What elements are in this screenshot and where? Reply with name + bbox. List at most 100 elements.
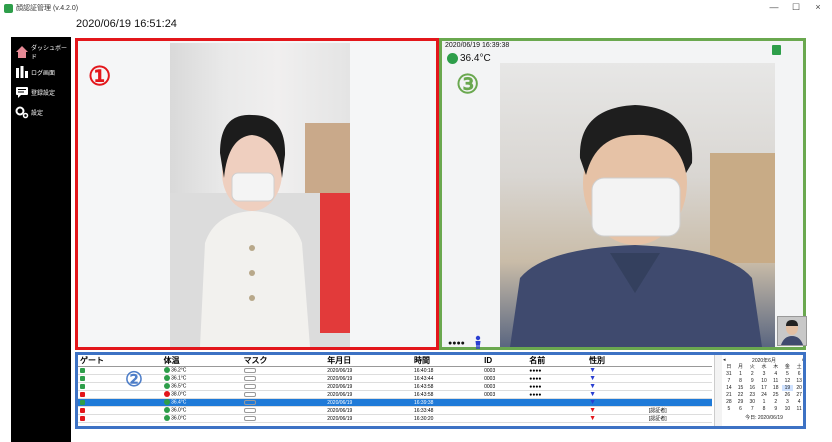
table-row[interactable]: 36.2°C 2020/06/19 16:40:18 0003 ●●●● ▼ [78,366,712,375]
status-dot-icon [163,407,170,414]
id-cell [482,414,528,423]
calendar-day[interactable]: 23 [746,392,758,398]
calendar-day[interactable]: 2 [770,399,782,405]
calendar-day[interactable]: 30 [746,399,758,405]
status-dot-icon [163,375,170,382]
calendar-day[interactable]: 21 [723,392,735,398]
column-header[interactable]: ゲート [78,355,162,367]
calendar-day[interactable]: 20 [793,385,803,391]
table-row[interactable]: 38.0°C 2020/06/19 16:43:58 0003 ●●●● ▼ [78,390,712,399]
calendar-day[interactable]: 8 [735,378,747,384]
panel-marker-2: ② [125,369,143,391]
mask-icon [243,367,256,373]
calendar-day[interactable]: 22 [735,392,747,398]
column-header[interactable]: 体温 [161,355,242,367]
person-name: ●●●● [448,340,465,347]
table-row[interactable]: 36.0°C 2020/06/19 16:30:20 ▼ [認証者] [78,414,712,423]
time-cell: 16:43:58 [411,382,483,391]
calendar-day[interactable]: 1 [758,399,770,405]
sidebar-item-registration[interactable]: 登録設定 [15,83,71,101]
close-button[interactable]: × [812,2,824,12]
calendar-day[interactable]: 10 [758,378,770,384]
calendar-day[interactable]: 26 [782,392,794,398]
calendar-day[interactable]: 31 [723,371,735,377]
calendar-day[interactable]: 2 [746,371,758,377]
note-cell [646,382,712,391]
calendar-day[interactable]: 15 [735,385,747,391]
note-cell [646,398,712,407]
calendar-day[interactable]: 17 [758,385,770,391]
table-scrollbar[interactable] [714,355,722,426]
calendar-day[interactable]: 7 [723,378,735,384]
temp-cell: 36.0°C [171,415,187,422]
calendar-day[interactable]: 19 [781,385,794,391]
calendar-day[interactable]: 10 [782,406,794,412]
column-header [646,355,712,367]
calendar-day[interactable]: 14 [723,385,735,391]
calendar-day[interactable]: 4 [770,371,782,377]
calendar-next-button[interactable]: ▸ [802,357,803,363]
note-cell: [認証者] [646,414,712,423]
smile-status-icon [447,53,458,64]
sidebar-item-dashboard[interactable]: ダッシュボード [15,43,71,61]
id-cell: 0003 [482,382,528,391]
calendar-today[interactable]: 今日: 2020/06/19 [723,414,803,421]
column-header[interactable]: 年月日 [325,355,412,367]
calendar-day[interactable]: 11 [770,378,782,384]
calendar-day[interactable]: 9 [770,406,782,412]
current-datetime: 2020/06/19 16:51:24 [76,18,177,30]
calendar-day[interactable]: 27 [793,392,803,398]
calendar-day[interactable]: 13 [793,378,803,384]
calendar-day[interactable]: 24 [758,392,770,398]
calendar-day[interactable]: 5 [723,406,735,412]
table-row[interactable]: 36.1°C 2020/06/19 16:43:44 0003 ●●●● ▼ [78,374,712,383]
name-cell: ●●●● [527,382,588,391]
calendar-day[interactable]: 12 [782,378,794,384]
calendar-day[interactable]: 11 [793,406,803,412]
calendar-day[interactable]: 18 [770,385,782,391]
minimize-button[interactable]: — [768,2,780,12]
sidebar-item-settings[interactable]: 設定 [15,103,71,121]
calendar-day[interactable]: 9 [746,378,758,384]
calendar-day[interactable]: 3 [758,371,770,377]
gate-lock-icon [80,415,85,421]
male-icon: ▼ [589,399,596,406]
capture-timestamp: 2020/06/19 16:39:38 [445,42,510,49]
camera-panel-1: ① [75,38,439,350]
column-header[interactable]: 時間 [411,355,483,367]
male-icon: ▼ [589,383,596,390]
calendar-day[interactable]: 4 [793,399,803,405]
table-row[interactable]: 36.0°C 2020/06/19 16:33:48 ▼ [認証者] [78,406,712,415]
time-cell: 16:43:44 [411,374,483,383]
male-icon [475,335,481,349]
maximize-button[interactable]: ☐ [790,2,802,13]
date-cell: 2020/06/19 [325,382,412,391]
calendar-day[interactable]: 1 [735,371,747,377]
sidebar-item-label: 設定 [31,110,44,117]
calendar-day[interactable]: 28 [723,399,735,405]
table-row[interactable]: 36.4°C 2020/06/19 16:39:38 ▼ [78,398,712,407]
time-cell: 16:33:48 [411,406,483,415]
temperature-reading: 36.4°C [460,53,491,64]
calendar-prev-button[interactable]: ◂ [723,357,726,363]
calendar-day[interactable]: 29 [735,399,747,405]
column-header[interactable]: 性別 [587,355,647,367]
calendar-day[interactable]: 5 [782,371,794,377]
calendar-day[interactable]: 7 [746,406,758,412]
column-header[interactable]: マスク [241,355,326,367]
calendar-day[interactable]: 6 [735,406,747,412]
calendar-day[interactable]: 25 [770,392,782,398]
column-header[interactable]: 名前 [527,355,588,367]
calendar-day[interactable]: 3 [782,399,794,405]
calendar-day[interactable]: 6 [793,371,803,377]
calendar-day[interactable]: 8 [758,406,770,412]
time-cell: 16:40:18 [411,366,483,375]
mask-icon [243,375,256,381]
date-cell: 2020/06/19 [325,366,412,375]
column-header[interactable]: ID [482,355,528,367]
note-cell [646,390,712,399]
sidebar-item-log[interactable]: ログ画面 [15,63,71,81]
calendar-day[interactable]: 16 [746,385,758,391]
female-icon: ▼ [589,415,596,422]
table-row[interactable]: 36.5°C 2020/06/19 16:43:58 0003 ●●●● ▼ [78,382,712,391]
